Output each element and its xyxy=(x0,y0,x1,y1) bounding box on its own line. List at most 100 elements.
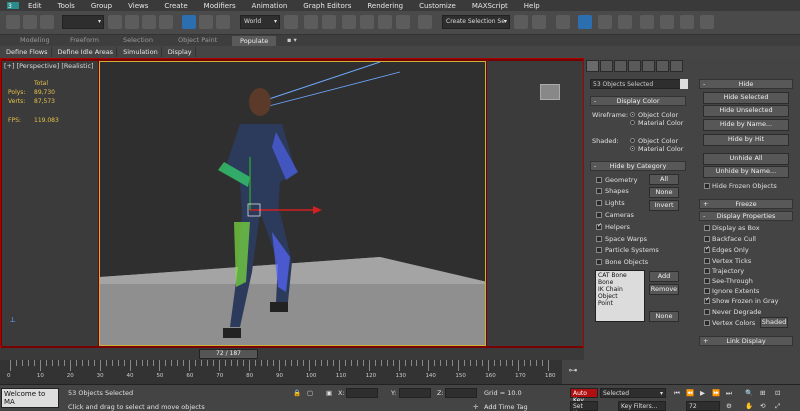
material-editor-icon[interactable] xyxy=(640,15,654,29)
add-time-tag-icon[interactable]: ✛ xyxy=(473,403,478,411)
tab-modeling[interactable]: Modeling xyxy=(20,36,50,46)
angle-snap-icon[interactable] xyxy=(360,15,374,29)
snaps-toggle-icon[interactable] xyxy=(342,15,356,29)
particle-systems-checkbox[interactable] xyxy=(596,247,602,253)
see-through-checkbox[interactable] xyxy=(704,278,710,284)
zoom-extents-icon[interactable]: ⊡ xyxy=(775,389,780,397)
key-mode-icon[interactable]: ⊶ xyxy=(562,360,584,384)
define-flows-button[interactable]: Define Flows xyxy=(3,47,52,57)
select-rotate-icon[interactable] xyxy=(199,15,213,29)
utilities-tab-icon[interactable] xyxy=(656,60,669,72)
hide-selected-button[interactable]: Hide Selected xyxy=(703,92,789,104)
next-frame-icon[interactable]: ⏩ xyxy=(712,389,720,397)
keyboard-shortcut-icon[interactable] xyxy=(322,15,336,29)
perspective-viewport[interactable] xyxy=(99,61,486,346)
object-name-field[interactable]: 53 Objects Selected xyxy=(590,79,686,89)
time-configuration-icon[interactable]: ⚙ xyxy=(726,402,732,410)
pan-view-icon[interactable]: ✋ xyxy=(745,402,753,410)
list-item[interactable]: Bone xyxy=(598,279,642,286)
link-display-rollout[interactable]: + Link Display xyxy=(699,336,793,346)
menu-group[interactable]: Group xyxy=(91,2,112,10)
category-invert-button[interactable]: Invert xyxy=(649,200,679,211)
select-object-icon[interactable] xyxy=(108,15,122,29)
menu-create[interactable]: Create xyxy=(164,2,187,10)
layer-manager-icon[interactable] xyxy=(556,15,570,29)
graphite-ribbon-icon[interactable] xyxy=(578,15,592,29)
display-color-rollout[interactable]: - Display Color xyxy=(590,96,686,106)
tab-object-paint[interactable]: Object Paint xyxy=(178,36,217,46)
tab-selection[interactable]: Selection xyxy=(123,36,153,46)
spinner-snap-icon[interactable] xyxy=(396,15,410,29)
category-remove-button[interactable]: Remove xyxy=(649,284,679,295)
menu-animation[interactable]: Animation xyxy=(252,2,288,10)
never-degrade-checkbox[interactable] xyxy=(704,309,710,315)
list-item[interactable]: IK Chain Object xyxy=(598,286,642,300)
orbit-icon[interactable]: ⟲ xyxy=(760,402,765,410)
menu-help[interactable]: Help xyxy=(524,2,540,10)
select-by-name-icon[interactable] xyxy=(125,15,139,29)
category-list[interactable]: CAT Bone Bone IK Chain Object Point xyxy=(595,270,645,322)
viewcube[interactable] xyxy=(540,84,560,100)
display-tab-icon[interactable] xyxy=(586,60,599,72)
wireframe-object-color-radio[interactable] xyxy=(630,112,635,117)
category-add-button[interactable]: Add xyxy=(649,271,679,282)
select-link-icon[interactable] xyxy=(6,15,20,29)
helpers-checkbox[interactable] xyxy=(596,222,602,230)
isolate-selection-icon[interactable]: ▢ xyxy=(307,389,313,397)
hierarchy-tab-icon[interactable] xyxy=(628,60,641,72)
zoom-icon[interactable]: 🔍 xyxy=(745,389,753,397)
menu-tools[interactable]: Tools xyxy=(58,2,75,10)
trajectory-checkbox[interactable] xyxy=(704,268,710,274)
display-as-box-checkbox[interactable] xyxy=(704,225,710,231)
backface-cull-checkbox[interactable] xyxy=(704,236,710,242)
menu-edit[interactable]: Edit xyxy=(28,2,42,10)
vertex-colors-checkbox[interactable] xyxy=(704,320,710,326)
hide-by-category-rollout[interactable]: - Hide by Category xyxy=(590,161,686,171)
percent-snap-icon[interactable] xyxy=(378,15,392,29)
time-slider-thumb[interactable]: 72 / 187 xyxy=(199,349,258,359)
shaded-button[interactable]: Shaded xyxy=(760,317,788,328)
maximize-viewport-icon[interactable]: ⤢ xyxy=(775,402,780,411)
curve-editor-icon[interactable] xyxy=(598,15,612,29)
define-idle-areas-button[interactable]: Define Idle Areas xyxy=(55,47,118,57)
maxscript-listener[interactable]: Welcome to MA xyxy=(1,388,59,408)
window-crossing-icon[interactable] xyxy=(159,15,173,29)
display-button[interactable]: Display xyxy=(165,47,196,57)
previous-frame-icon[interactable]: ⏪ xyxy=(686,389,694,397)
render-setup-icon[interactable] xyxy=(660,15,674,29)
edges-only-checkbox[interactable] xyxy=(704,245,710,253)
unhide-by-name-button[interactable]: Unhide by Name... xyxy=(703,166,789,178)
absolute-mode-icon[interactable]: ▣ xyxy=(326,389,332,397)
wireframe-material-color-radio[interactable] xyxy=(630,120,635,125)
align-icon[interactable] xyxy=(532,15,546,29)
create-tab-icon[interactable] xyxy=(600,60,613,72)
key-filters-button[interactable]: Key Filters... xyxy=(618,401,666,411)
cameras-checkbox[interactable] xyxy=(596,212,602,218)
lock-selection-icon[interactable]: 🔒 xyxy=(293,389,301,397)
tab-freeform[interactable]: Freeform xyxy=(70,36,99,46)
menu-maxscript[interactable]: MAXScript xyxy=(472,2,508,10)
display-properties-rollout[interactable]: - Display Properties xyxy=(699,211,793,221)
zoom-all-icon[interactable]: ⊞ xyxy=(760,389,765,397)
hide-by-name-button[interactable]: Hide by Name... xyxy=(703,119,789,131)
set-key-button[interactable]: Set Key xyxy=(570,401,598,411)
y-coordinate-field[interactable] xyxy=(399,388,431,398)
menu-views[interactable]: Views xyxy=(128,2,148,10)
unhide-all-button[interactable]: Unhide All xyxy=(703,153,789,165)
schematic-view-icon[interactable] xyxy=(618,15,632,29)
go-to-end-icon[interactable]: ⏭ xyxy=(726,389,732,398)
menu-customize[interactable]: Customize xyxy=(419,2,456,10)
category-none-button[interactable]: None xyxy=(649,187,679,198)
motion-tab-icon[interactable] xyxy=(642,60,655,72)
edit-named-selection-icon[interactable] xyxy=(418,15,432,29)
hide-frozen-checkbox[interactable] xyxy=(704,183,710,189)
mirror-icon[interactable] xyxy=(514,15,528,29)
play-icon[interactable]: ▶ xyxy=(700,389,705,397)
bone-objects-checkbox[interactable] xyxy=(596,259,602,265)
trackbar[interactable]: 0 10 20 30 40 50 60 70 80 90 100 110 120 130 140 150 160… xyxy=(0,360,562,384)
rendered-frame-window-icon[interactable] xyxy=(680,15,694,29)
lights-checkbox[interactable] xyxy=(596,200,602,206)
x-coordinate-field[interactable] xyxy=(346,388,378,398)
object-color-swatch[interactable] xyxy=(680,79,688,89)
list-item[interactable]: Point xyxy=(598,300,642,307)
